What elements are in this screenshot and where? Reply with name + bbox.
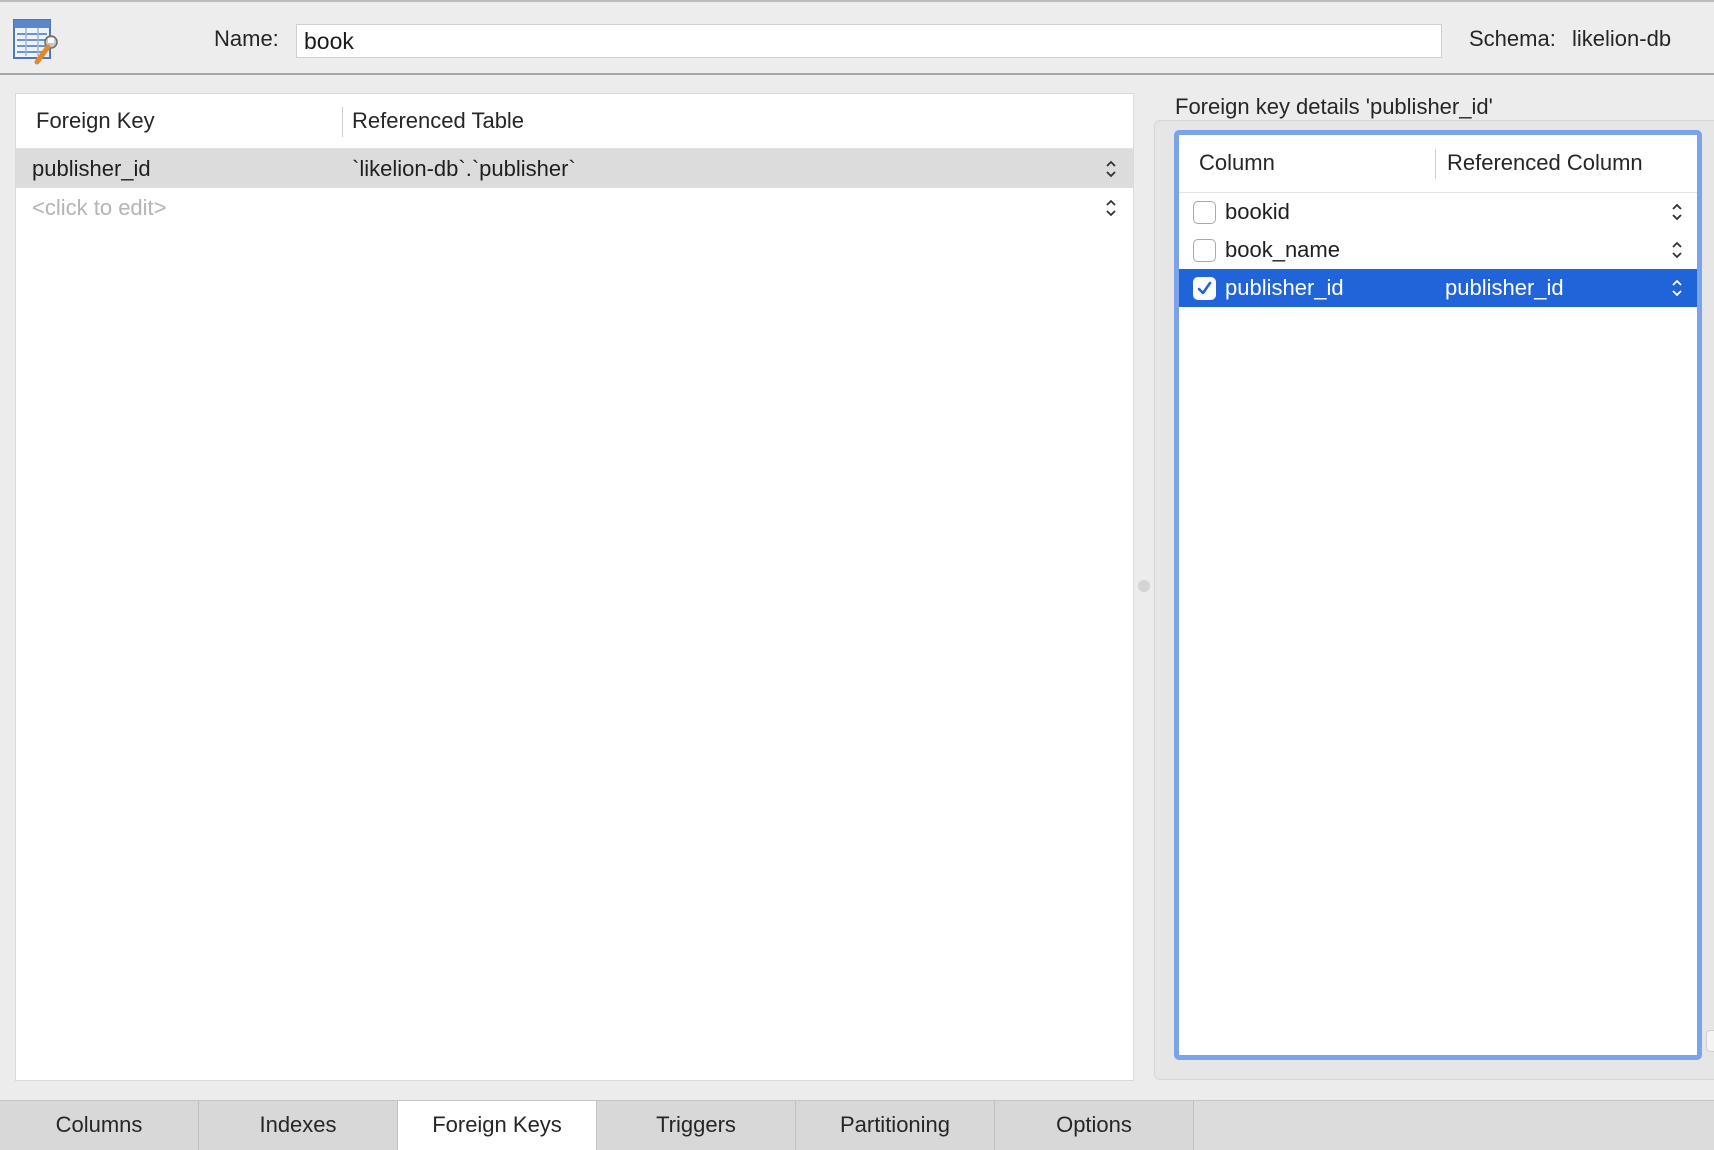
column-divider[interactable] bbox=[1435, 149, 1436, 179]
column-divider[interactable] bbox=[342, 107, 343, 137]
tab-options[interactable]: Options bbox=[995, 1101, 1194, 1150]
table-name-input[interactable] bbox=[296, 24, 1442, 58]
referenced-column-value[interactable]: publisher_id bbox=[1445, 269, 1564, 307]
column-mapping-table[interactable]: Column Referenced Column bookid book_nam… bbox=[1174, 130, 1702, 1060]
column-row-book-name[interactable]: book_name bbox=[1179, 231, 1697, 269]
column-row-bookid[interactable]: bookid bbox=[1179, 193, 1697, 231]
schema-value: likelion-db bbox=[1572, 26, 1672, 51]
column-name: bookid bbox=[1225, 199, 1290, 224]
foreign-key-row[interactable]: publisher_id `likelion-db`.`publisher` bbox=[16, 149, 1133, 188]
editor-header: Name: Schema: likelion-db bbox=[0, 0, 1714, 75]
column-name: book_name bbox=[1225, 237, 1340, 262]
column-header-referenced-table[interactable]: Referenced Table bbox=[352, 94, 524, 148]
schema-label: Schema: bbox=[1469, 26, 1556, 51]
up-down-stepper-icon[interactable] bbox=[1671, 240, 1683, 260]
foreign-key-list: Foreign Key Referenced Table publisher_i… bbox=[15, 93, 1134, 1081]
include-column-checkbox[interactable] bbox=[1193, 201, 1216, 224]
tab-indexes[interactable]: Indexes bbox=[199, 1101, 398, 1150]
foreign-key-details-title: Foreign key details 'publisher_id' bbox=[1175, 94, 1493, 119]
column-header-foreign-key[interactable]: Foreign Key bbox=[36, 94, 155, 148]
column-row-publisher-id[interactable]: publisher_id publisher_id bbox=[1179, 269, 1697, 307]
checkmark-icon bbox=[1197, 281, 1212, 295]
up-down-stepper-icon[interactable] bbox=[1671, 278, 1683, 298]
up-down-stepper-icon[interactable] bbox=[1105, 198, 1117, 218]
column-name: publisher_id bbox=[1225, 275, 1344, 300]
tab-triggers[interactable]: Triggers bbox=[597, 1101, 796, 1150]
editor-tab-bar: Columns Indexes Foreign Keys Triggers Pa… bbox=[0, 1100, 1714, 1150]
scrollbar-edge[interactable] bbox=[1706, 1030, 1714, 1052]
foreign-key-name[interactable]: publisher_id bbox=[32, 149, 151, 188]
up-down-stepper-icon[interactable] bbox=[1105, 159, 1117, 179]
tab-columns[interactable]: Columns bbox=[0, 1101, 199, 1150]
column-header-referenced-column[interactable]: Referenced Column bbox=[1447, 135, 1643, 191]
column-header-column[interactable]: Column bbox=[1199, 135, 1275, 191]
new-foreign-key-row[interactable]: <click to edit> bbox=[16, 188, 1133, 227]
click-to-edit-placeholder[interactable]: <click to edit> bbox=[32, 188, 167, 227]
tab-partitioning[interactable]: Partitioning bbox=[796, 1101, 995, 1150]
name-label: Name: bbox=[214, 26, 279, 51]
up-down-stepper-icon[interactable] bbox=[1671, 202, 1683, 222]
table-editor-icon bbox=[12, 16, 62, 66]
split-view-handle[interactable] bbox=[1138, 580, 1150, 592]
include-column-checkbox[interactable] bbox=[1193, 239, 1216, 262]
tab-foreign-keys[interactable]: Foreign Keys bbox=[398, 1101, 597, 1150]
referenced-table-value[interactable]: `likelion-db`.`publisher` bbox=[352, 149, 576, 188]
include-column-checkbox[interactable] bbox=[1193, 277, 1216, 300]
